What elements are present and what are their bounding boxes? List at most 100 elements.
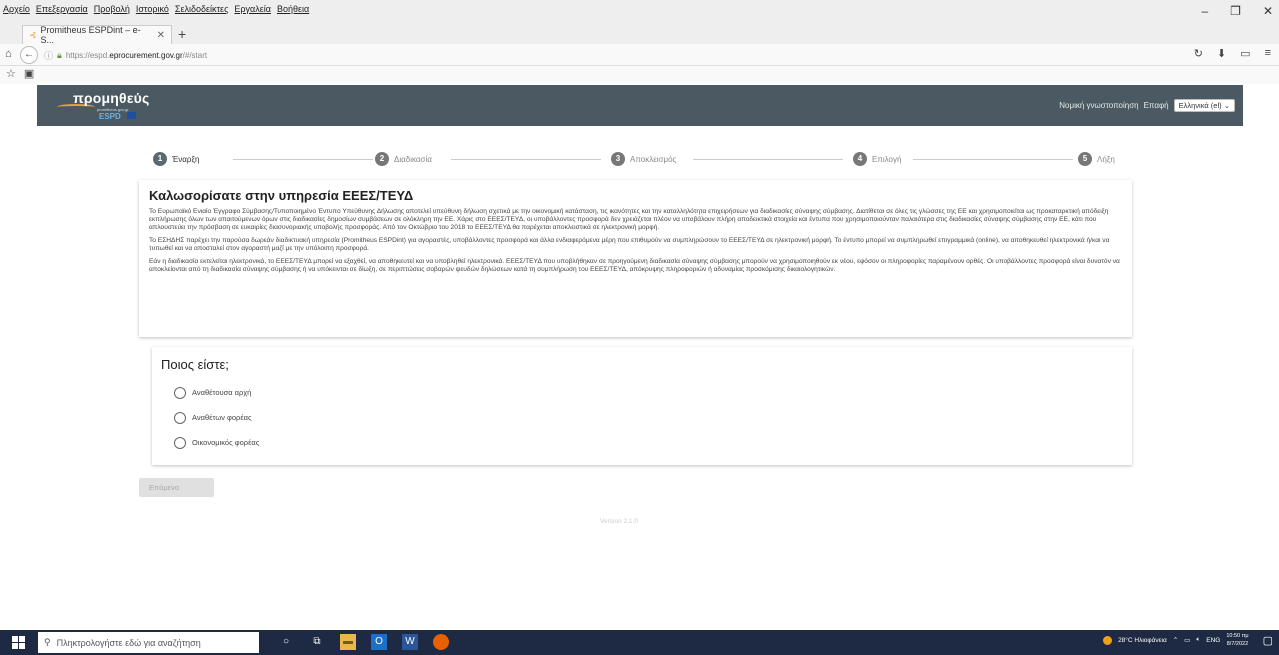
step-finish[interactable]: 5 Λήξη (1078, 152, 1115, 166)
back-icon[interactable]: ← (20, 46, 38, 64)
new-tab-icon[interactable]: + (178, 26, 186, 42)
menu-items: Αρχείο Επεξεργασία Προβολή Ιστορικό Σελι… (3, 4, 309, 14)
network-icon[interactable]: ▭ (1184, 636, 1190, 644)
clipboard-icon[interactable]: ▣ (24, 67, 34, 84)
option-contracting-authority[interactable]: Αναθέτουσα αρχή (161, 380, 1123, 405)
menu-edit[interactable]: Επεξεργασία (36, 4, 88, 14)
contact-link[interactable]: Επαφή (1144, 101, 1169, 110)
welcome-paragraph-2: Το ΕΣΗΔΗΣ παρέχει την παρούσα δωρεάν δια… (149, 237, 1110, 252)
volume-icon[interactable]: 🔈︎ (1196, 636, 1200, 644)
maximize-icon[interactable]: ❐ (1230, 4, 1241, 18)
system-tray: 28°C Ηλιοφάνεια ⌃ ▭ 🔈︎ ENG 10:50 πμ 8/7/… (1103, 632, 1273, 648)
step-connector (233, 159, 373, 160)
step-connector (451, 159, 601, 160)
welcome-paragraph-3: Εάν η διαδικασία εκτελείται ηλεκτρονικά,… (149, 258, 1120, 273)
tab-strip: ⊰ Promitheus ESPDint – e-S... ✕ + (0, 24, 1279, 45)
menu-history[interactable]: Ιστορικό (136, 4, 169, 14)
option-economic-operator[interactable]: Οικονομικός φορέας (161, 430, 1123, 455)
outlook-icon[interactable]: O (371, 634, 387, 650)
radio-button[interactable] (174, 386, 186, 399)
bookmarks-toolbar: ☆ ▣ (0, 66, 1279, 84)
step-number: 4 (853, 152, 867, 166)
firefox-icon[interactable] (433, 634, 449, 650)
input-language[interactable]: ENG (1206, 637, 1220, 644)
navigation-bar: ⌂ ← ⓘ 🔒︎ https://espd.eprocurement.gov.g… (0, 44, 1279, 66)
clock[interactable]: 10:50 πμ 8/7/2022 (1226, 632, 1248, 648)
tab-title: Promitheus ESPDint – e-S... (40, 25, 141, 45)
minimize-icon[interactable]: – (1201, 4, 1208, 18)
eu-flag-icon (127, 112, 136, 119)
step-number: 2 (375, 152, 389, 166)
language-select[interactable]: Ελληνικά (el) ⌄ (1173, 99, 1235, 112)
tab-close-icon[interactable]: ✕ (157, 30, 165, 41)
step-label: Λήξη (1097, 154, 1115, 164)
welcome-title: Καλωσορίσατε στην υπηρεσία ΕΕΕΣ/ΤΕΥΔ (149, 188, 414, 203)
nav-right-icons: ↻ ⬇ ▭ ≡ (1194, 47, 1271, 60)
step-label: Αποκλεισμός (630, 154, 677, 164)
welcome-paragraph-1: Το Ευρωπαϊκό Ενιαίο Έγγραφο Σύμβασης/Τυπ… (149, 208, 1109, 231)
url-text: https://espd.eprocurement.gov.gr/#/start (66, 51, 207, 60)
browser-tab[interactable]: ⊰ Promitheus ESPDint – e-S... ✕ (22, 25, 172, 45)
menu-help[interactable]: Βοήθεια (277, 4, 309, 14)
weather-text[interactable]: 28°C Ηλιοφάνεια (1118, 637, 1167, 644)
menu-icon[interactable]: ≡ (1265, 47, 1271, 60)
favicon-icon: ⊰ (29, 29, 37, 40)
taskbar-apps: ○ ⧉ ▬ O W (278, 634, 449, 650)
step-label: Επιλογή (872, 154, 902, 164)
promitheus-logo[interactable]: προμηθεύς promitheus.gov.gr ESPD (57, 88, 157, 122)
reload-icon[interactable]: ↻ (1194, 47, 1203, 60)
download-icon[interactable]: ⬇ (1217, 47, 1226, 60)
star-icon[interactable]: ☆ (6, 67, 16, 84)
step-procedure[interactable]: 2 Διαδικασία (375, 152, 432, 166)
url-suffix: /#/start (182, 50, 208, 60)
step-connector (913, 159, 1073, 160)
who-are-you-card: Ποιος είστε; Αναθέτουσα αρχή Αναθέτων φο… (152, 347, 1132, 465)
word-icon[interactable]: W (402, 634, 418, 650)
menu-bookmarks[interactable]: Σελιδοδείκτες (175, 4, 229, 14)
taskbar-search[interactable]: ⚲ Πληκτρολογήστε εδώ για αναζήτηση (38, 632, 259, 653)
notifications-icon[interactable]: ▢ (1263, 634, 1273, 647)
step-number: 3 (611, 152, 625, 166)
header-links: Νομική γνωστοποίηση Επαφή Ελληνικά (el) … (1059, 99, 1235, 112)
step-label: Έναρξη (172, 154, 200, 164)
chevron-up-icon[interactable]: ⌃ (1173, 636, 1178, 644)
cortana-icon[interactable]: ○ (278, 634, 294, 650)
radio-button[interactable] (174, 411, 186, 424)
legal-notice-link[interactable]: Νομική γνωστοποίηση (1059, 101, 1138, 110)
home-icon[interactable]: ⌂ (5, 48, 12, 60)
url-domain: eprocurement.gov.gr (109, 50, 183, 60)
windows-start-icon[interactable] (12, 636, 25, 649)
radio-button[interactable] (174, 436, 186, 449)
wizard-stepper: 1 Έναρξη 2 Διαδικασία 3 Αποκλεισμός 4 Επ… (153, 152, 1133, 166)
browser-menubar: Αρχείο Επεξεργασία Προβολή Ιστορικό Σελι… (0, 0, 1279, 24)
step-exclusion[interactable]: 3 Αποκλεισμός (611, 152, 676, 166)
info-icon[interactable]: ⓘ (44, 49, 53, 62)
step-number: 5 (1078, 152, 1092, 166)
menu-tools[interactable]: Εργαλεία (234, 4, 271, 14)
clock-time: 10:50 πμ (1226, 633, 1249, 639)
window-controls: – ❐ ✕ (1201, 4, 1273, 18)
close-window-icon[interactable]: ✕ (1263, 4, 1273, 18)
sidebar-icon[interactable]: ▭ (1240, 47, 1250, 60)
step-start[interactable]: 1 Έναρξη (153, 152, 199, 166)
step-number: 1 (153, 152, 167, 166)
search-placeholder: Πληκτρολογήστε εδώ για αναζήτηση (56, 637, 201, 648)
option-contracting-entity[interactable]: Αναθέτων φορέας (161, 405, 1123, 430)
step-connector (693, 159, 843, 160)
site-header: προμηθεύς promitheus.gov.gr ESPD Νομική … (37, 85, 1243, 126)
menu-file[interactable]: Αρχείο (3, 4, 30, 14)
task-view-icon[interactable]: ⧉ (309, 634, 325, 650)
step-selection[interactable]: 4 Επιλογή (853, 152, 901, 166)
next-button[interactable]: Επόμενο (139, 478, 214, 497)
option-label: Αναθέτων φορέας (192, 413, 252, 422)
url-bar[interactable]: ⓘ 🔒︎ https://espd.eprocurement.gov.gr/#/… (44, 47, 1194, 63)
weather-sun-icon (1103, 635, 1113, 645)
option-label: Αναθέτουσα αρχή (192, 388, 252, 397)
menu-view[interactable]: Προβολή (94, 4, 130, 14)
logo-word: προμηθεύς (73, 90, 150, 106)
version-label: Version 2.1.0 (600, 518, 638, 525)
step-label: Διαδικασία (394, 154, 432, 164)
file-explorer-icon[interactable]: ▬ (340, 634, 356, 650)
logo-espd: ESPD (99, 112, 121, 121)
option-label: Οικονομικός φορέας (192, 438, 260, 447)
